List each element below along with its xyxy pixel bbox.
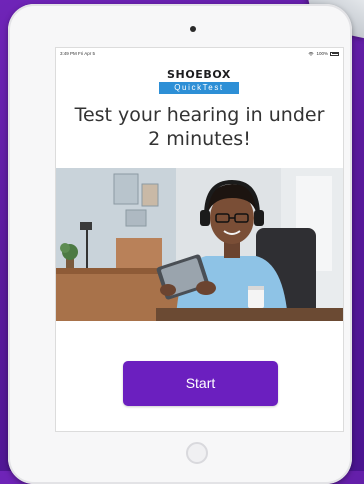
battery-percentage: 100%: [316, 51, 328, 56]
tablet-device: 3:49 PM Fri Apr 5 100% SHOEBOX QuickTest…: [8, 4, 352, 484]
status-time-date: 3:49 PM Fri Apr 5: [60, 51, 96, 56]
battery-icon: [330, 51, 339, 56]
home-button[interactable]: [186, 442, 208, 464]
start-button[interactable]: Start: [123, 361, 278, 406]
page-title: Test your hearing in under 2 minutes!: [74, 104, 325, 150]
wifi-icon: [308, 51, 314, 56]
logo-wordmark-bottom: QuickTest: [159, 82, 239, 94]
status-right-group: 100%: [308, 51, 339, 56]
status-bar: 3:49 PM Fri Apr 5 100%: [56, 48, 343, 60]
app-screen: 3:49 PM Fri Apr 5 100% SHOEBOX QuickTest…: [55, 47, 344, 432]
camera-icon: [190, 26, 196, 32]
shoebox-quicktest-logo: SHOEBOX QuickTest: [159, 68, 239, 95]
logo-wordmark-top: SHOEBOX: [166, 68, 232, 81]
hero-photo-man-with-headphones: [56, 168, 343, 321]
